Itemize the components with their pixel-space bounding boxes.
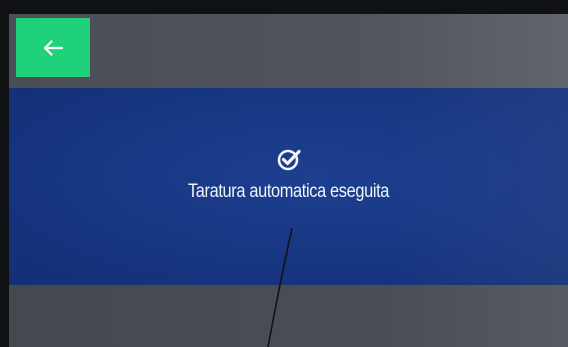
arrow-left-icon — [43, 39, 64, 56]
photo-frame: Taratura automatica eseguita — [0, 0, 568, 347]
back-button[interactable] — [16, 18, 90, 77]
status-message: Taratura automatica eseguita — [9, 146, 568, 203]
device-screen: Taratura automatica eseguita — [9, 14, 568, 347]
status-text: Taratura automatica eseguita — [187, 181, 390, 202]
bottom-bar — [9, 285, 568, 347]
check-circle-icon — [277, 149, 301, 171]
top-bar — [9, 14, 568, 88]
status-panel: Taratura automatica eseguita — [9, 88, 568, 285]
